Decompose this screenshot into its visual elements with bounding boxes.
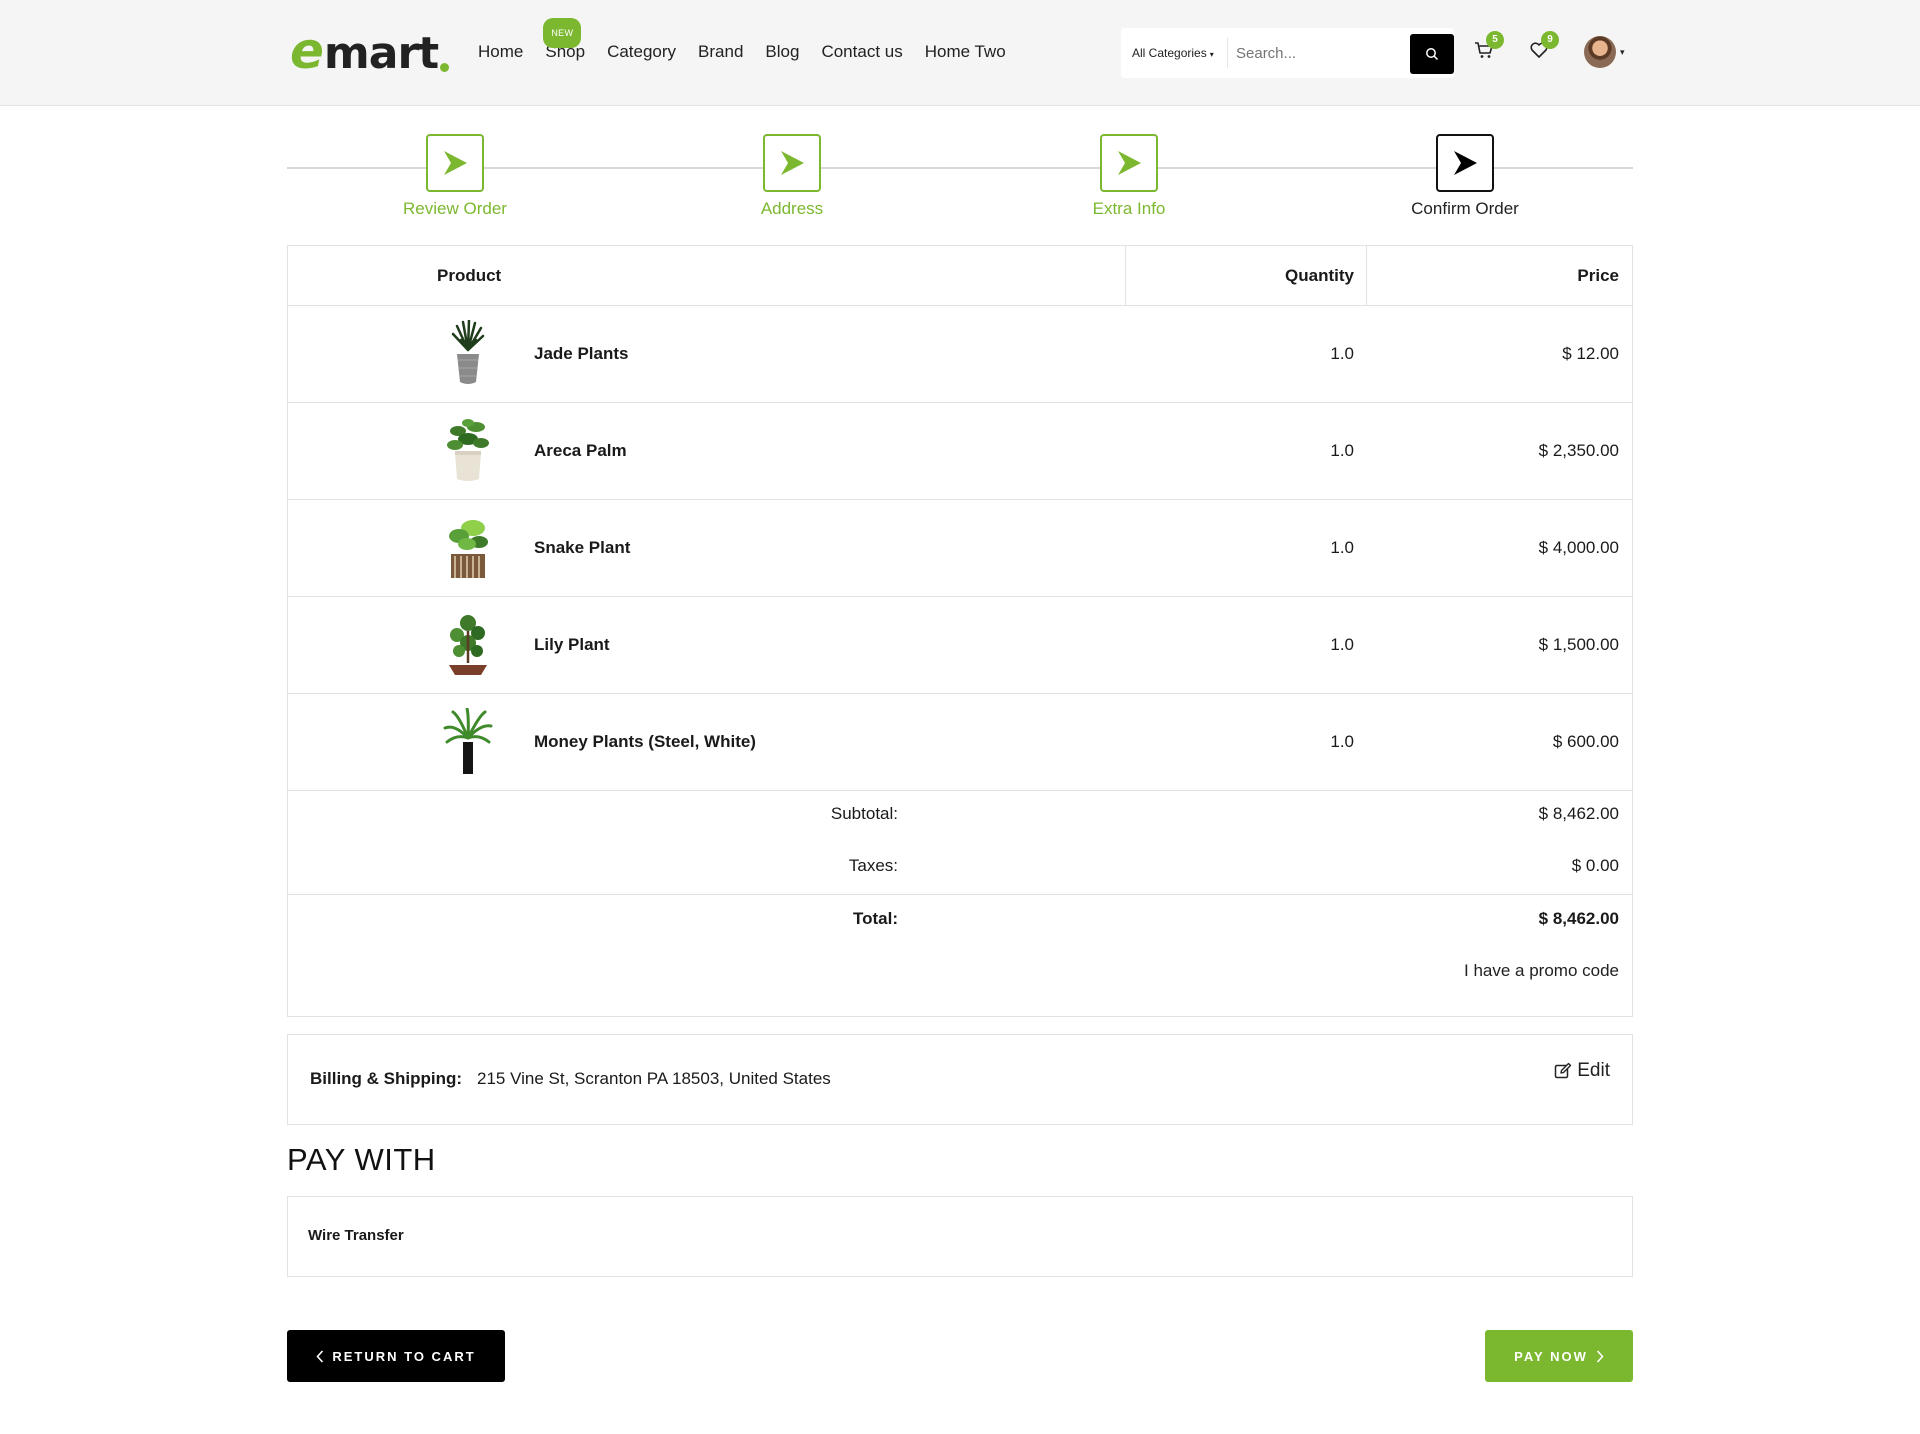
- step-label: Confirm Order: [1411, 199, 1519, 218]
- nav-brand[interactable]: Brand: [698, 40, 743, 64]
- logo-e: e: [290, 22, 324, 80]
- total-divider: [288, 894, 1632, 895]
- chevron-right-icon: [1596, 1349, 1604, 1363]
- subtotal-value: $ 8,462.00: [1538, 804, 1619, 823]
- payment-method-box: Wire Transfer: [287, 1196, 1633, 1277]
- table-row: Jade Plants 1.0 $ 12.00: [288, 306, 1632, 403]
- step-review-order[interactable]: Review Order: [355, 134, 555, 219]
- cart-count-badge: 5: [1486, 31, 1504, 49]
- step-box: [1436, 134, 1494, 192]
- header-quantity: Quantity: [1285, 266, 1354, 285]
- step-label: Address: [760, 199, 824, 218]
- search-icon: [1426, 48, 1439, 61]
- wishlist-count-badge: 9: [1541, 31, 1559, 49]
- category-select[interactable]: All Categories ▾: [1121, 38, 1228, 68]
- pay-now-label: PAY NOW: [1514, 1348, 1588, 1364]
- product-name[interactable]: Money Plants (Steel, White): [534, 694, 756, 790]
- chevron-left-icon: [316, 1349, 324, 1363]
- column-divider: [1366, 246, 1367, 306]
- step-box: [763, 134, 821, 192]
- pay-with-heading: PAY WITH: [287, 1142, 436, 1177]
- product-name[interactable]: Lily Plant: [534, 597, 610, 693]
- subtotal-label: Subtotal:: [830, 804, 898, 823]
- avatar[interactable]: [1584, 36, 1616, 68]
- taxes-value: $ 0.00: [1571, 856, 1619, 875]
- areca-palm-image: [447, 419, 489, 481]
- product-quantity: 1.0: [1330, 344, 1354, 363]
- table-row: Snake Plant 1.0 $ 4,000.00: [288, 500, 1632, 597]
- step-confirm-order[interactable]: Confirm Order: [1365, 134, 1565, 219]
- caret-down-icon: ▾: [1209, 50, 1214, 59]
- step-box: [1100, 134, 1158, 192]
- step-label: Extra Info: [1092, 199, 1166, 218]
- product-price: $ 1,500.00: [1538, 635, 1619, 654]
- lily-plant-image: [449, 615, 487, 675]
- promo-code-link[interactable]: I have a promo code: [1464, 961, 1619, 981]
- nav-home-two[interactable]: Home Two: [925, 40, 1006, 64]
- jade-plant-image: [451, 320, 485, 384]
- edit-icon: [1555, 1062, 1572, 1079]
- billing-shipping-box: Billing & Shipping: 215 Vine St, Scranto…: [287, 1034, 1633, 1125]
- return-to-cart-label: RETURN TO CART: [332, 1348, 476, 1364]
- emart-logo[interactable]: e mart: [290, 22, 450, 80]
- nav-blog[interactable]: Blog: [765, 40, 799, 64]
- nav-home[interactable]: Home: [478, 40, 523, 64]
- product-quantity: 1.0: [1330, 732, 1354, 751]
- play-icon: [1118, 151, 1141, 175]
- return-to-cart-button[interactable]: RETURN TO CART: [287, 1330, 505, 1382]
- product-price: $ 600.00: [1552, 732, 1619, 751]
- product-price: $ 4,000.00: [1538, 538, 1619, 557]
- product-quantity: 1.0: [1330, 538, 1354, 557]
- total-value: $ 8,462.00: [1538, 909, 1619, 928]
- product-quantity: 1.0: [1330, 441, 1354, 460]
- table-row: Areca Palm 1.0 $ 2,350.00: [288, 403, 1632, 500]
- search-button[interactable]: [1410, 34, 1454, 74]
- product-price: $ 2,350.00: [1538, 441, 1619, 460]
- cart-button[interactable]: 5: [1474, 31, 1504, 65]
- step-address[interactable]: Address: [692, 134, 892, 219]
- product-name[interactable]: Areca Palm: [534, 403, 627, 499]
- billing-address: 215 Vine St, Scranton PA 18503, United S…: [477, 1069, 831, 1088]
- table-header: Product Quantity Price: [288, 246, 1632, 306]
- category-select-label: All Categories: [1132, 46, 1207, 60]
- logo-dot: [440, 63, 450, 72]
- product-name[interactable]: Jade Plants: [534, 306, 629, 402]
- edit-address-button[interactable]: Edit: [1554, 1060, 1610, 1082]
- header-price: Price: [1577, 266, 1619, 285]
- site-header: e mart Home NEW Shop Category Brand Blog…: [0, 0, 1920, 106]
- billing-label: Billing & Shipping:: [310, 1069, 463, 1088]
- table-row: Money Plants (Steel, White) 1.0 $ 600.00: [288, 694, 1632, 791]
- order-summary-table: Product Quantity Price Jade Plants 1.0 $…: [287, 245, 1633, 1017]
- logo-text: mart: [323, 28, 439, 79]
- column-divider: [1125, 246, 1126, 306]
- table-row: Lily Plant 1.0 $ 1,500.00: [288, 597, 1632, 694]
- pay-now-button[interactable]: PAY NOW: [1485, 1330, 1633, 1382]
- search-bar: All Categories ▾: [1121, 28, 1454, 78]
- main-nav: Home NEW Shop Category Brand Blog Contac…: [478, 18, 1028, 64]
- money-plant-image: [443, 708, 493, 774]
- nav-shop[interactable]: NEW Shop: [543, 18, 585, 64]
- total-label: Total:: [852, 909, 898, 928]
- play-icon: [444, 151, 467, 175]
- step-extra-info[interactable]: Extra Info: [1029, 134, 1229, 219]
- step-box: [426, 134, 484, 192]
- snake-plant-image: [449, 520, 488, 578]
- search-input[interactable]: [1228, 31, 1398, 75]
- play-icon: [1454, 151, 1477, 175]
- nav-category[interactable]: Category: [607, 40, 676, 64]
- taxes-label: Taxes:: [848, 856, 898, 875]
- payment-option-wire-transfer[interactable]: Wire Transfer: [308, 1227, 404, 1244]
- header-product: Product: [437, 266, 502, 285]
- edit-label: Edit: [1577, 1060, 1610, 1081]
- step-label: Review Order: [403, 199, 507, 218]
- product-name[interactable]: Snake Plant: [534, 500, 630, 596]
- product-price: $ 12.00: [1562, 344, 1619, 363]
- new-badge: NEW: [543, 18, 582, 48]
- play-icon: [781, 151, 804, 175]
- nav-contact[interactable]: Contact us: [821, 40, 902, 64]
- product-quantity: 1.0: [1330, 635, 1354, 654]
- caret-down-icon[interactable]: ▾: [1620, 47, 1625, 58]
- wishlist-button[interactable]: 9: [1529, 31, 1559, 65]
